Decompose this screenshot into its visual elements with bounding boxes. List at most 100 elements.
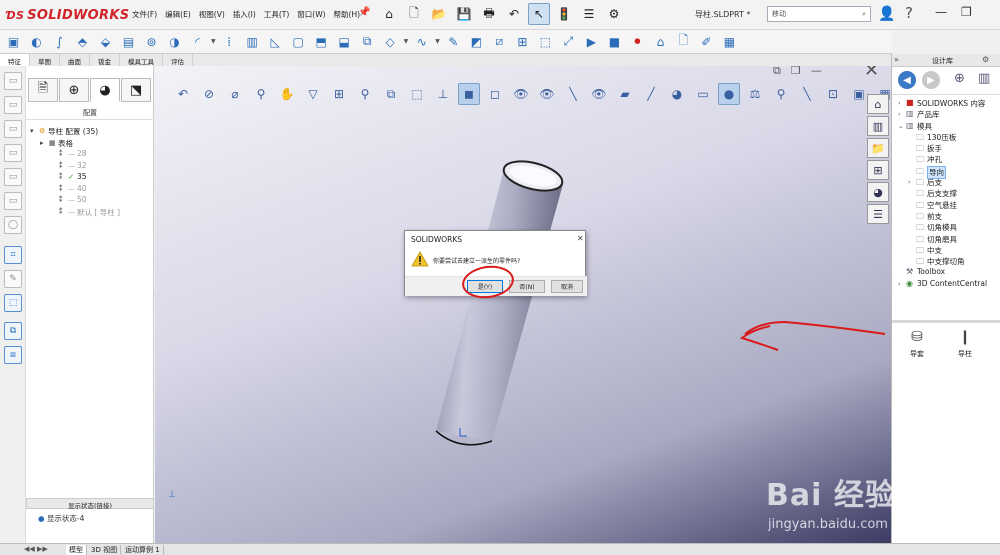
library-part-bushing[interactable]: ⛁ 导套	[892, 329, 942, 359]
library-tree-item[interactable]: › ▥ 产品库	[892, 109, 1000, 120]
restore-icon[interactable]: ❐	[961, 5, 972, 19]
tab-mold-tools[interactable]: 模具工具	[120, 54, 163, 66]
revolve-cut-icon[interactable]: ◑	[165, 32, 184, 51]
search-icon[interactable]: ⌕	[862, 10, 866, 19]
draft-icon[interactable]: ◺	[266, 32, 285, 51]
tab-scroll-arrows[interactable]: ◀◀ ▶▶	[24, 545, 48, 553]
menu-window[interactable]: 窗口(W)	[297, 9, 325, 20]
expand-toggle-icon[interactable]: ⌄	[898, 122, 903, 130]
expand-toggle-icon[interactable]: ›	[898, 280, 901, 288]
appearances-icon[interactable]: ◕	[867, 182, 889, 202]
instant3d-icon[interactable]: ✎	[444, 32, 463, 51]
tab-motion-study[interactable]: 运动算例 1	[122, 545, 164, 555]
smart-dimension-icon[interactable]: ⌗	[4, 246, 22, 264]
tab-features[interactable]: 特征	[0, 54, 30, 66]
menu-view[interactable]: 视图(V)	[199, 9, 225, 20]
sketch-tool-icon[interactable]: ▭	[4, 144, 22, 162]
view-palette-icon[interactable]: ⊞	[867, 160, 889, 180]
tab-3d-views[interactable]: 3D 视图	[88, 545, 122, 555]
library-tree-item[interactable]: 🗀 冲孔	[892, 154, 1000, 165]
fillet-icon[interactable]: ◜	[188, 32, 207, 51]
record-macro-icon[interactable]: ⏺	[628, 32, 647, 51]
config-tree-item[interactable]: ⁑ — 默认 [ 导柱 ]	[26, 207, 154, 219]
add-to-library-icon[interactable]: ⊕	[954, 71, 965, 86]
display-state-header[interactable]: 显示状态(链接)	[26, 498, 154, 510]
shell-icon[interactable]: ▢	[289, 32, 308, 51]
sketch-tool-icon[interactable]: ▭	[4, 192, 22, 210]
new-macro-icon[interactable]: 🗋	[674, 32, 693, 51]
split-icon[interactable]: ⧄	[490, 32, 509, 51]
library-tree-item[interactable]: 🗀 130压板	[892, 132, 1000, 143]
edit-macro-icon[interactable]: ✐	[697, 32, 716, 51]
tab-surfaces[interactable]: 曲面	[60, 54, 90, 66]
select-cursor-icon[interactable]: ↖	[528, 3, 550, 25]
options-icon[interactable]: ⚙	[982, 55, 989, 64]
minimize-icon[interactable]: —	[935, 5, 947, 19]
rotate-entities-icon[interactable]: ⧈	[4, 346, 22, 364]
close-icon[interactable]: ✕	[577, 234, 584, 243]
rebuild-traffic-light-icon[interactable]: 🚦	[553, 3, 575, 25]
display-state-item[interactable]: ● 显示状态-4	[38, 513, 84, 524]
tab-model[interactable]: 模型	[66, 545, 87, 555]
library-tree-item[interactable]: › ◉ 3D ContentCentral	[892, 279, 1000, 290]
curves-icon[interactable]: ∿	[412, 32, 431, 51]
collapse-arrows-icon[interactable]: »	[894, 55, 899, 64]
panel-splitter[interactable]	[892, 320, 1000, 323]
config-tree-item[interactable]: ▾ ⚙ 导柱 配置 (35)	[26, 126, 154, 138]
configuration-manager-tab[interactable]: ◕	[90, 78, 120, 102]
library-tree-item[interactable]: 🗀 切角模具	[892, 222, 1000, 233]
linear-pattern-icon[interactable]: ⁞	[220, 32, 239, 51]
config-tree-item[interactable]: ⁑ —32	[26, 161, 154, 173]
reference-geometry-icon[interactable]: ◇	[381, 32, 400, 51]
expand-toggle-icon[interactable]: ›	[908, 178, 911, 186]
command-search-input[interactable]: 移动 ⌕	[767, 6, 871, 22]
config-tree-item[interactable]: ⁑ —28	[26, 149, 154, 161]
fillet-dropdown-icon[interactable]: ▼	[211, 38, 216, 45]
library-tree-item[interactable]: 🗀 前支	[892, 211, 1000, 222]
boundary-boss-icon[interactable]: ⬙	[96, 32, 115, 51]
config-tree-item[interactable]: ⁑ ✓ 35	[26, 172, 154, 184]
library-icon[interactable]: ▥	[978, 71, 990, 86]
save-icon[interactable]: 💾	[453, 3, 475, 25]
sketch-tool-icon[interactable]: ▭	[4, 96, 22, 114]
library-tree-item[interactable]: ⚒ Toolbox	[892, 267, 1000, 278]
dimxpert-manager-tab[interactable]: ⬔	[121, 78, 151, 102]
mirror-icon[interactable]: ⧉	[358, 32, 377, 51]
library-tree-item[interactable]: 🗀 切角磨具	[892, 234, 1000, 245]
design-library-icon[interactable]: ▥	[867, 116, 889, 136]
library-tree-item[interactable]: 🗀 中支	[892, 245, 1000, 256]
property-manager-tab[interactable]: ⊕	[59, 78, 89, 102]
tab-sketch[interactable]: 草图	[30, 54, 60, 66]
expand-toggle-icon[interactable]: ▾	[30, 127, 34, 135]
print-icon[interactable]: 🖶	[478, 3, 500, 25]
wrap-icon[interactable]: ⬒	[312, 32, 331, 51]
chamfer-icon[interactable]: ◩	[467, 32, 486, 51]
solidworks-logo[interactable]: ƊS SOLIDWORKS	[6, 6, 129, 24]
extrude-boss-icon[interactable]: ▣	[4, 32, 23, 51]
config-tree-item[interactable]: ▸ ▦ 表格	[26, 138, 154, 150]
sketch-tool-icon[interactable]: ▭	[4, 120, 22, 138]
expand-toggle-icon[interactable]: ▸	[40, 139, 44, 147]
library-tree-item[interactable]: › 🗀 后支	[892, 177, 1000, 188]
config-tree-item[interactable]: ⁑ —50	[26, 195, 154, 207]
user-account-icon[interactable]: 👤	[878, 6, 895, 22]
library-tree-item[interactable]: 🗀 空气悬挂	[892, 200, 1000, 211]
sketch-tool-icon[interactable]: ▭	[4, 168, 22, 186]
rib-icon[interactable]: ▥	[243, 32, 262, 51]
custom-properties-icon[interactable]: ☰	[867, 204, 889, 224]
help-icon[interactable]: ?	[905, 4, 913, 22]
open-folder-icon[interactable]: 📂	[428, 3, 450, 25]
new-document-icon[interactable]: 🗋	[403, 3, 425, 25]
combine-icon[interactable]: ⊞	[513, 32, 532, 51]
sketch-tool-icon[interactable]: ▭	[4, 72, 22, 90]
library-part-guide-pillar[interactable]: ❙ 导柱	[940, 329, 990, 359]
scale-icon[interactable]: ⤢	[559, 32, 578, 51]
library-tree-item[interactable]: ⌄ ▥ 模具	[892, 121, 1000, 132]
tab-sheet-metal[interactable]: 钣金	[90, 54, 120, 66]
library-tree-item[interactable]: 🗀 导向	[892, 165, 1000, 179]
sketch-tool-icon[interactable]: ◯	[4, 216, 22, 234]
move-face-icon[interactable]: ⬚	[536, 32, 555, 51]
undo-icon[interactable]: ↶	[503, 3, 525, 25]
curves-dropdown-icon[interactable]: ▼	[435, 38, 440, 45]
library-tree-item[interactable]: 🗀 扳手	[892, 143, 1000, 154]
